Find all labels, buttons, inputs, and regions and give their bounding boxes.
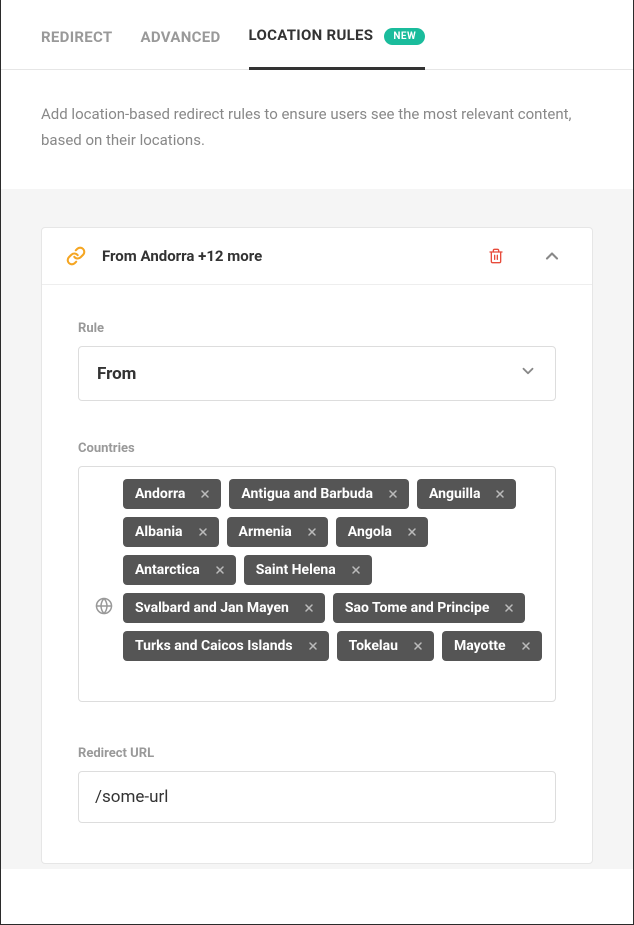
country-tag: Antigua and Barbuda <box>229 479 409 509</box>
rule-label: Rule <box>78 321 556 336</box>
new-badge: NEW <box>384 28 425 45</box>
country-tag: Tokelau <box>337 631 434 661</box>
card-header: From Andorra +12 more <box>42 228 592 285</box>
country-tag: Angola <box>336 517 428 547</box>
close-icon <box>494 488 506 500</box>
chevron-up-icon <box>542 246 562 266</box>
remove-country-button[interactable] <box>210 562 230 578</box>
country-tag-label: Armenia <box>239 524 292 540</box>
close-icon <box>197 526 209 538</box>
close-icon <box>307 640 319 652</box>
country-tag: Turks and Caicos Islands <box>123 631 329 661</box>
country-tag-label: Antarctica <box>135 562 200 578</box>
country-tag-label: Antigua and Barbuda <box>241 486 373 502</box>
remove-country-button[interactable] <box>490 486 510 502</box>
remove-country-button[interactable] <box>402 524 422 540</box>
country-tag: Saint Helena <box>244 555 372 585</box>
tags-container: Andorra Antigua and Barbuda Anguilla Albani… <box>123 479 543 689</box>
close-icon <box>520 640 532 652</box>
countries-label: Countries <box>78 441 556 456</box>
close-icon <box>412 640 424 652</box>
rule-card: From Andorra +12 more Rule From Countrie… <box>41 227 593 864</box>
country-tag-label: Mayotte <box>454 638 506 654</box>
country-tag: Andorra <box>123 479 221 509</box>
tab-location-rules[interactable]: LOCATION RULES NEW <box>249 26 426 70</box>
remove-country-button[interactable] <box>346 562 366 578</box>
tab-bar: REDIRECT ADVANCED LOCATION RULES NEW <box>1 4 633 70</box>
country-tag-label: Saint Helena <box>256 562 336 578</box>
country-tag-label: Angola <box>348 524 392 540</box>
globe-icon <box>95 597 113 619</box>
tab-label: LOCATION RULES <box>249 26 374 44</box>
remove-country-button[interactable] <box>299 600 319 616</box>
country-tag-label: Svalbard and Jan Mayen <box>135 600 289 616</box>
country-tag: Svalbard and Jan Mayen <box>123 593 325 623</box>
remove-country-button[interactable] <box>499 600 519 616</box>
close-icon <box>214 564 226 576</box>
remove-country-button[interactable] <box>195 486 215 502</box>
rule-select-value: From <box>97 364 136 384</box>
card-body: Rule From Countries Andorra Antigua and B… <box>42 285 592 863</box>
close-icon <box>503 602 515 614</box>
country-tag: Antarctica <box>123 555 236 585</box>
rules-area: From Andorra +12 more Rule From Countrie… <box>1 189 633 869</box>
remove-country-button[interactable] <box>383 486 403 502</box>
country-tag-label: Turks and Caicos Islands <box>135 638 293 654</box>
country-tag-label: Anguilla <box>429 486 480 502</box>
country-tag: Albania <box>123 517 219 547</box>
redirect-label: Redirect URL <box>78 746 556 761</box>
close-icon <box>306 526 318 538</box>
close-icon <box>350 564 362 576</box>
chevron-down-icon <box>519 362 537 385</box>
remove-country-button[interactable] <box>408 638 428 654</box>
close-icon <box>406 526 418 538</box>
country-tag: Armenia <box>227 517 328 547</box>
link-icon <box>66 246 86 266</box>
trash-icon <box>488 247 504 265</box>
country-tag-label: Sao Tome and Principe <box>345 600 490 616</box>
country-tag-label: Andorra <box>135 486 185 502</box>
remove-country-button[interactable] <box>303 638 323 654</box>
country-tag-label: Tokelau <box>349 638 398 654</box>
card-title: From Andorra +12 more <box>102 247 488 265</box>
country-tag: Sao Tome and Principe <box>333 593 526 623</box>
remove-country-button[interactable] <box>302 524 322 540</box>
collapse-button[interactable] <box>542 246 562 266</box>
delete-button[interactable] <box>488 247 504 265</box>
close-icon <box>199 488 211 500</box>
tab-redirect[interactable]: REDIRECT <box>41 28 113 68</box>
country-tag: Anguilla <box>417 479 516 509</box>
country-tag: Mayotte <box>442 631 542 661</box>
remove-country-button[interactable] <box>193 524 213 540</box>
page-description: Add location-based redirect rules to ens… <box>1 70 633 189</box>
close-icon <box>303 602 315 614</box>
redirect-url-input[interactable] <box>78 771 556 823</box>
close-icon <box>387 488 399 500</box>
rule-select[interactable]: From <box>78 346 556 401</box>
countries-input[interactable]: Andorra Antigua and Barbuda Anguilla Albani… <box>78 466 556 702</box>
remove-country-button[interactable] <box>516 638 536 654</box>
country-tag-label: Albania <box>135 524 183 540</box>
tab-advanced[interactable]: ADVANCED <box>141 28 221 68</box>
